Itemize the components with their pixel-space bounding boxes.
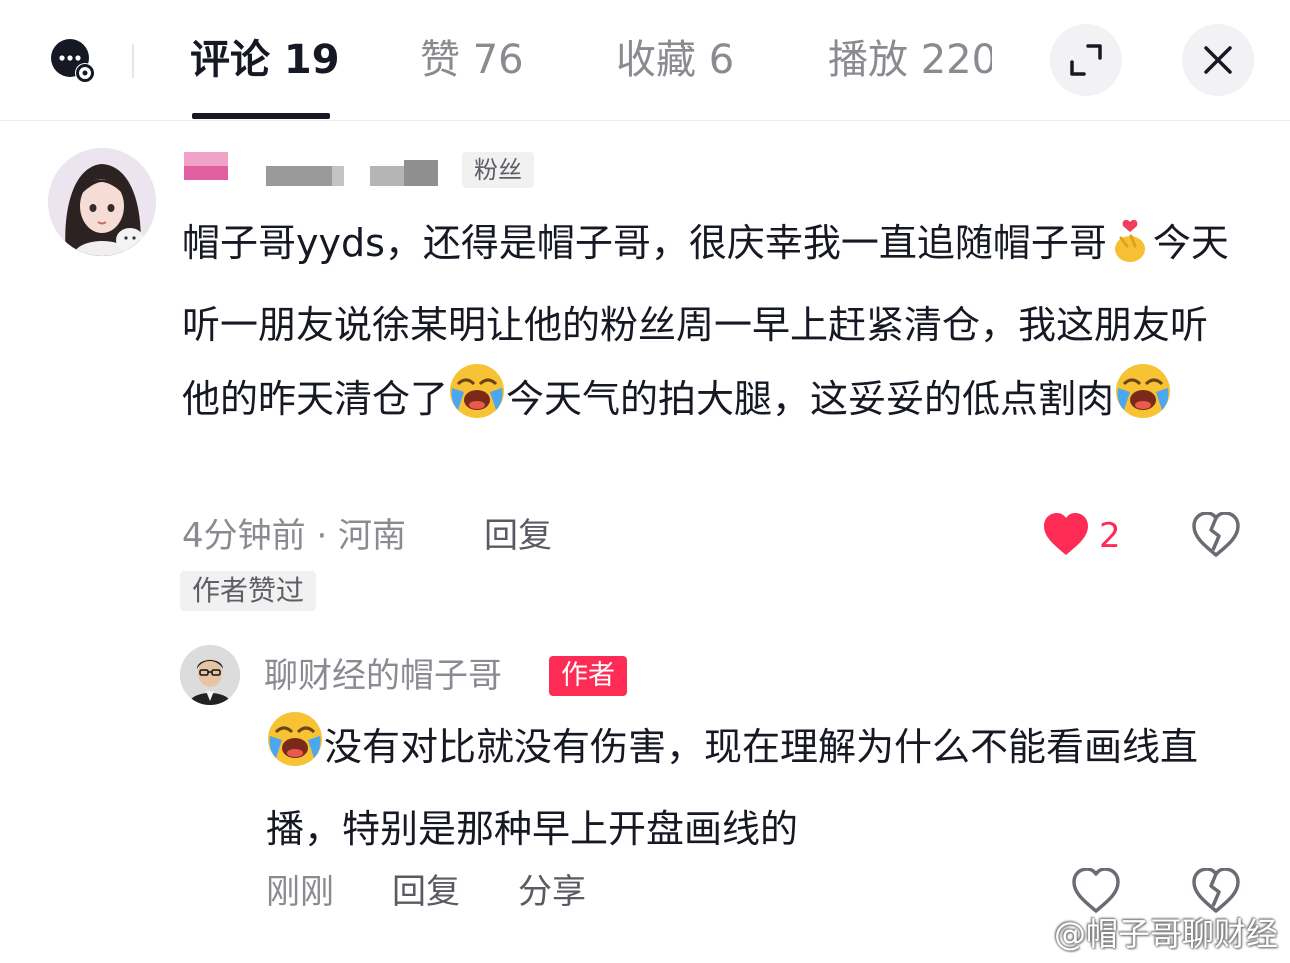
reply-reply-button[interactable]: 回复 (392, 868, 460, 916)
weibo-logo-icon (988, 916, 1028, 950)
comment-text-part-3: 今天气的拍大腿，这妥妥的低点割肉 (506, 377, 1115, 421)
collapse-button[interactable] (1050, 24, 1122, 96)
reply-share-button[interactable]: 分享 (518, 868, 586, 916)
commenter-avatar[interactable] (48, 148, 156, 256)
watermark: @帽子哥聊财经 (1053, 915, 1278, 953)
close-icon (1204, 46, 1232, 74)
tab-likes[interactable]: 赞 76 (420, 30, 524, 90)
close-button[interactable] (1182, 24, 1254, 96)
comment-time-location: 4分钟前 · 河南 (182, 516, 407, 556)
heart-outline-icon (1072, 867, 1120, 913)
author-liked-tag: 作者赞过 (180, 571, 317, 611)
comment-reply-button[interactable]: 回复 (484, 512, 552, 560)
broken-heart-icon (1192, 867, 1240, 913)
tab-plays[interactable]: 播放 220 (828, 30, 992, 90)
tab-favorites[interactable]: 收藏 6 (616, 30, 734, 90)
crying-laughing-emoji-icon (1114, 362, 1172, 444)
author-badge: 作者 (549, 656, 627, 696)
reply-text: 没有对比就没有伤害，现在理解为什么不能看画线直播，特别是那种早上开盘画线的 (266, 710, 1256, 866)
broken-heart-icon (1192, 511, 1240, 557)
dislike-button[interactable] (1192, 511, 1240, 558)
like-count: 2 (1099, 516, 1121, 556)
tab-plays-clip: 播放 220 (828, 30, 992, 90)
commenter-username-redacted[interactable] (184, 150, 444, 188)
heart-filled-icon (1044, 513, 1088, 555)
tab-comments[interactable]: 评论 19 (190, 30, 340, 90)
finger-heart-emoji-icon (1107, 214, 1153, 288)
header-divider (132, 44, 134, 78)
collapse-icon (1070, 44, 1102, 76)
reply-username[interactable]: 聊财经的帽子哥 (264, 652, 502, 700)
like-button[interactable] (1042, 512, 1090, 558)
active-tab-indicator (192, 113, 330, 119)
reply-text-body: 没有对比就没有伤害，现在理解为什么不能看画线直播，特别是那种早上开盘画线的 (266, 725, 1199, 851)
comment-text: 帽子哥yyds，还得是帽子哥，很庆幸我一直追随帽子哥 今天听一朋友说徐某明让他的… (182, 206, 1242, 444)
comment-text-part-1: 帽子哥yyds，还得是帽子哥，很庆幸我一直追随帽子哥 (182, 221, 1107, 265)
crying-laughing-emoji-icon (266, 710, 324, 792)
chat-settings-icon[interactable] (50, 38, 96, 84)
reply-like-button[interactable] (1072, 867, 1120, 914)
reply-time: 刚刚 (266, 872, 334, 912)
author-avatar[interactable] (180, 645, 240, 705)
reply-dislike-button[interactable] (1192, 867, 1240, 914)
fan-badge: 粉丝 (462, 152, 534, 188)
crying-laughing-emoji-icon (448, 362, 506, 444)
